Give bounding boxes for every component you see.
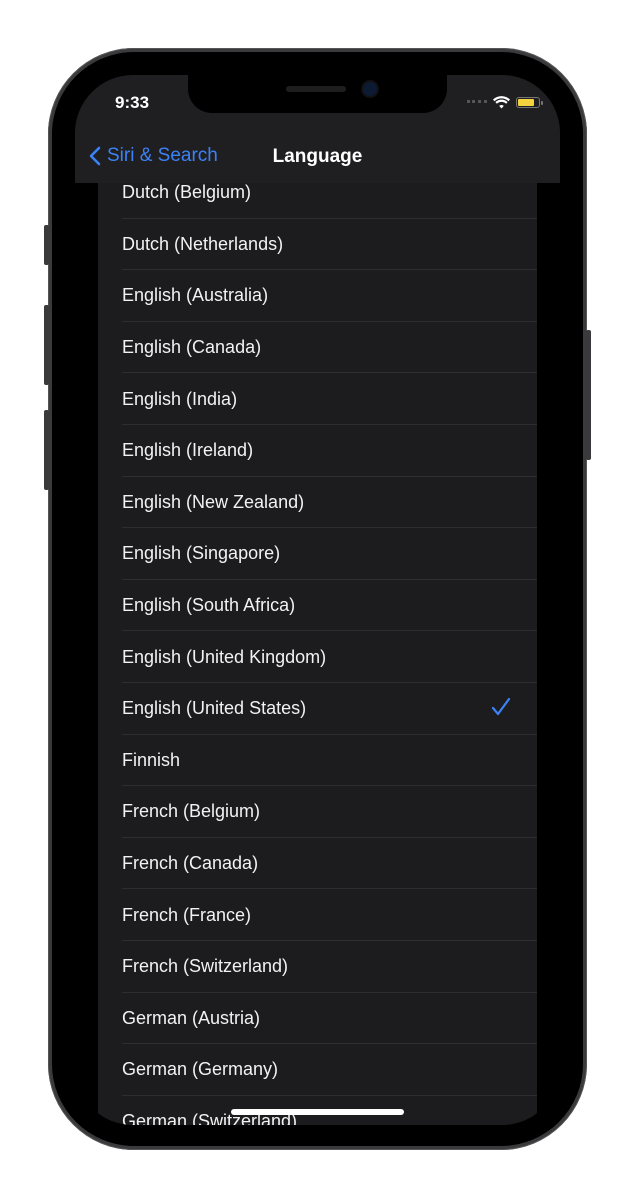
volume-up-button — [44, 305, 49, 385]
language-label: German (Austria) — [122, 1007, 261, 1028]
language-label: English (South Africa) — [122, 595, 296, 616]
camera — [363, 82, 377, 96]
battery-icon — [516, 97, 543, 108]
speaker — [286, 86, 346, 92]
language-label: English (Canada) — [122, 337, 262, 358]
language-row[interactable]: English (Canada) — [98, 322, 537, 374]
language-row[interactable]: French (Belgium) — [98, 786, 537, 838]
language-row[interactable]: English (New Zealand) — [98, 477, 537, 529]
language-row[interactable]: French (Canada) — [98, 838, 537, 890]
language-row[interactable]: Dutch (Netherlands) — [98, 219, 537, 271]
language-row[interactable]: Finnish — [98, 735, 537, 787]
language-label: English (United Kingdom) — [122, 646, 327, 667]
silent-switch — [44, 225, 49, 265]
language-label: English (Ireland) — [122, 440, 254, 461]
side-button — [586, 330, 591, 460]
status-icons — [467, 96, 543, 109]
language-row[interactable]: French (Switzerland) — [98, 941, 537, 993]
language-label: English (New Zealand) — [122, 491, 305, 512]
checkmark-icon — [491, 697, 511, 716]
language-label: English (Singapore) — [122, 543, 281, 564]
language-label: English (India) — [122, 388, 238, 409]
language-row[interactable]: English (United States) — [98, 683, 537, 735]
language-row[interactable]: English (South Africa) — [98, 580, 537, 632]
language-label: Dutch (Netherlands) — [122, 233, 284, 254]
home-indicator[interactable] — [231, 1109, 404, 1115]
page-title: Language — [272, 146, 363, 167]
language-row[interactable]: German (Austria) — [98, 993, 537, 1045]
screen: 9:33 Siri & Search Language Dutch (Belgi… — [75, 75, 560, 1125]
language-row[interactable]: German (Germany) — [98, 1044, 537, 1096]
language-label: English (Australia) — [122, 285, 269, 306]
language-label: French (Belgium) — [122, 801, 261, 822]
status-time: 9:33 — [115, 93, 150, 112]
language-label: Finnish — [122, 749, 181, 770]
language-row[interactable]: English (India) — [98, 373, 537, 425]
language-label: German (Germany) — [122, 1059, 279, 1080]
language-row[interactable]: French (France) — [98, 889, 537, 941]
language-label: Dutch (Belgium) — [122, 182, 252, 203]
notch — [188, 75, 447, 113]
language-label: French (Switzerland) — [122, 956, 289, 977]
language-label: French (France) — [122, 904, 252, 925]
volume-down-button — [44, 410, 49, 490]
language-list: Dutch (Belgium) Dutch (Netherlands) Englis… — [98, 167, 537, 1125]
language-label: English (United States) — [122, 698, 307, 719]
wifi-icon — [493, 96, 510, 109]
language-row[interactable]: English (United Kingdom) — [98, 631, 537, 683]
language-label: French (Canada) — [122, 853, 259, 874]
cellular-signal-icon — [467, 99, 487, 106]
language-row[interactable]: English (Ireland) — [98, 425, 537, 477]
language-row[interactable]: English (Australia) — [98, 270, 537, 322]
language-row[interactable]: English (Singapore) — [98, 528, 537, 580]
